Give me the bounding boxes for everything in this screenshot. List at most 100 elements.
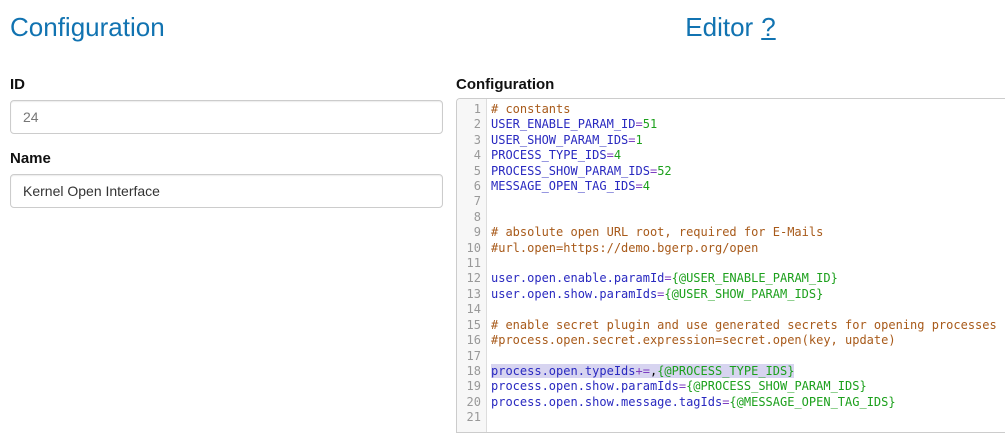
line-number: 14 [457,302,486,317]
code-text [486,410,498,425]
code-token-val: {@USER_ENABLE_PARAM_ID} [672,271,838,285]
line-number: 16 [457,333,486,348]
code-text: #process.open.secret.expression=secret.o… [486,333,896,348]
code-token-op: = [628,133,635,147]
code-token-val: 52 [657,164,671,178]
code-token-op: = [679,379,686,393]
line-number: 12 [457,271,486,286]
code-line: 17 [457,349,1005,364]
code-line: 16#process.open.secret.expression=secret… [457,333,1005,348]
id-input[interactable] [10,100,443,134]
configuration-title: Configuration [10,12,443,42]
code-text: process.open.show.paramIds={@PROCESS_SHO… [486,379,867,394]
editor-title-text: Editor [685,12,753,42]
page: Configuration ID Name Editor? Configurat… [0,0,1005,433]
line-number: 20 [457,395,486,410]
line-number: 4 [457,148,486,163]
code-token-val: 1 [636,133,643,147]
code-text [486,210,498,225]
code-text: user.open.enable.paramId={@USER_ENABLE_P… [486,271,838,286]
code-token-key: process.open.typeIds [491,364,636,378]
code-token-val: {@PROCESS_SHOW_PARAM_IDS} [686,379,867,393]
code-line: 3USER_SHOW_PARAM_IDS=1 [457,133,1005,148]
code-line: 15 # enable secret plugin and use generat… [457,318,1005,333]
code-token-key: USER_ENABLE_PARAM_ID [491,117,636,131]
code-line: 4PROCESS_TYPE_IDS=4 [457,148,1005,163]
code-line: 9 # absolute open URL root, required for … [457,225,1005,240]
code-line: 18process.open.typeIds+=,{@PROCESS_TYPE_… [457,364,1005,379]
line-number: 3 [457,133,486,148]
code-text [486,349,498,364]
code-line: 1 # constants [457,102,1005,117]
code-token-op: = [636,117,643,131]
code-line: 21 [457,410,1005,425]
code-line: 10#url.open=https://demo.bgerp.org/open [457,241,1005,256]
code-token-op: = [664,271,671,285]
code-token-comment: # absolute open URL root, required for E… [491,225,823,239]
code-line: 13user.open.show.paramIds={@USER_SHOW_PA… [457,287,1005,302]
code-text: # absolute open URL root, required for E… [486,225,823,240]
code-text [486,302,498,317]
code-token-key: USER_SHOW_PARAM_IDS [491,133,628,147]
line-number: 5 [457,164,486,179]
code-text: process.open.typeIds+=,{@PROCESS_TYPE_ID… [486,364,794,379]
line-number: 21 [457,410,486,425]
line-number: 2 [457,117,486,132]
code-text: # enable secret plugin and use generated… [486,318,997,333]
code-editor[interactable]: 1# constants2USER_ENABLE_PARAM_ID=513USE… [456,98,1005,433]
code-line: 20process.open.show.message.tagIds={@MES… [457,395,1005,410]
name-input[interactable] [10,174,443,208]
code-text: #url.open=https://demo.bgerp.org/open [486,241,758,256]
code-lines: 1# constants2USER_ENABLE_PARAM_ID=513USE… [457,99,1005,426]
code-token-val: {@PROCESS_TYPE_IDS} [657,364,794,378]
line-number: 11 [457,256,486,271]
code-token-op: = [636,179,643,193]
line-number: 17 [457,349,486,364]
code-token-key: user.open.show.paramIds [491,287,657,301]
code-text: MESSAGE_OPEN_TAG_IDS=4 [486,179,650,194]
code-token-val: 4 [643,179,650,193]
code-line: 12user.open.enable.paramId={@USER_ENABLE… [457,271,1005,286]
code-token-val: {@USER_SHOW_PARAM_IDS} [664,287,823,301]
code-line: 8 [457,210,1005,225]
code-token-key: PROCESS_TYPE_IDS [491,148,607,162]
line-number: 6 [457,179,486,194]
editor-config-label: Configuration [456,76,1005,93]
code-token-comment: # enable secret plugin and use generated… [491,318,997,332]
code-token-key: process.open.show.message.tagIds [491,395,722,409]
code-token-val: {@MESSAGE_OPEN_TAG_IDS} [729,395,895,409]
code-text: PROCESS_SHOW_PARAM_IDS=52 [486,164,672,179]
code-text: # constants [486,102,570,117]
code-token-comment: # constants [491,102,570,116]
code-token-key: MESSAGE_OPEN_TAG_IDS [491,179,636,193]
selected-text: process.open.typeIds+=,{@PROCESS_TYPE_ID… [491,364,794,378]
code-line: 19process.open.show.paramIds={@PROCESS_S… [457,379,1005,394]
code-line: 14 [457,302,1005,317]
code-text: USER_ENABLE_PARAM_ID=51 [486,117,657,132]
line-number: 15 [457,318,486,333]
code-token-val: 51 [643,117,657,131]
editor-help-link[interactable]: ? [761,12,775,42]
code-line: 6MESSAGE_OPEN_TAG_IDS=4 [457,179,1005,194]
id-label: ID [10,76,443,93]
code-text: user.open.show.paramIds={@USER_SHOW_PARA… [486,287,823,302]
code-line: 5PROCESS_SHOW_PARAM_IDS=52 [457,164,1005,179]
code-line: 2USER_ENABLE_PARAM_ID=51 [457,117,1005,132]
code-line: 7 [457,194,1005,209]
name-label: Name [10,150,443,167]
code-token-key: process.open.show.paramIds [491,379,679,393]
code-token-key: user.open.enable.paramId [491,271,664,285]
code-text: PROCESS_TYPE_IDS=4 [486,148,621,163]
code-text [486,256,498,271]
code-text: USER_SHOW_PARAM_IDS=1 [486,133,643,148]
code-token-op: += [636,364,650,378]
code-line: 11 [457,256,1005,271]
code-text [486,194,498,209]
line-number: 1 [457,102,486,117]
line-number: 7 [457,194,486,209]
line-number: 9 [457,225,486,240]
code-token-op: = [607,148,614,162]
code-token-val: 4 [614,148,621,162]
code-text: process.open.show.message.tagIds={@MESSA… [486,395,896,410]
configuration-panel: Configuration ID Name [0,0,456,433]
